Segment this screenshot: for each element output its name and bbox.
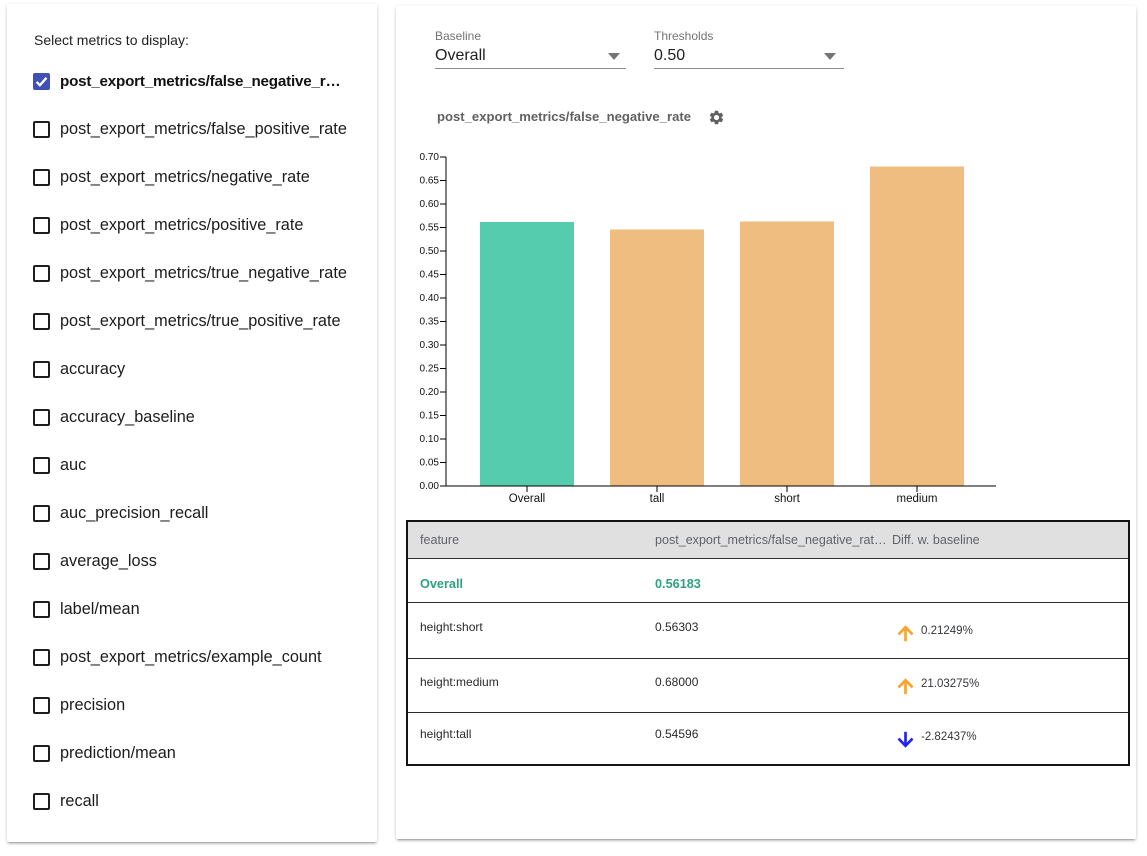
svg-text:0.65: 0.65 <box>420 176 440 187</box>
svg-text:Overall: Overall <box>509 493 545 505</box>
svg-text:0.40: 0.40 <box>420 293 440 304</box>
svg-text:tall: tall <box>650 493 665 505</box>
svg-text:0.00: 0.00 <box>420 481 440 492</box>
svg-text:0.25: 0.25 <box>420 364 440 375</box>
svg-text:0.50: 0.50 <box>420 246 440 257</box>
svg-text:0.35: 0.35 <box>420 317 440 328</box>
svg-text:0.55: 0.55 <box>420 223 440 234</box>
svg-text:0.10: 0.10 <box>420 434 440 445</box>
svg-text:0.60: 0.60 <box>420 199 440 210</box>
svg-text:0.15: 0.15 <box>420 411 440 422</box>
svg-text:0.30: 0.30 <box>420 340 440 351</box>
svg-text:0.45: 0.45 <box>420 270 440 281</box>
svg-text:short: short <box>774 493 800 505</box>
svg-text:0.20: 0.20 <box>420 387 440 398</box>
svg-text:0.05: 0.05 <box>420 458 440 469</box>
svg-text:0.70: 0.70 <box>420 152 440 163</box>
svg-text:medium: medium <box>897 493 938 505</box>
